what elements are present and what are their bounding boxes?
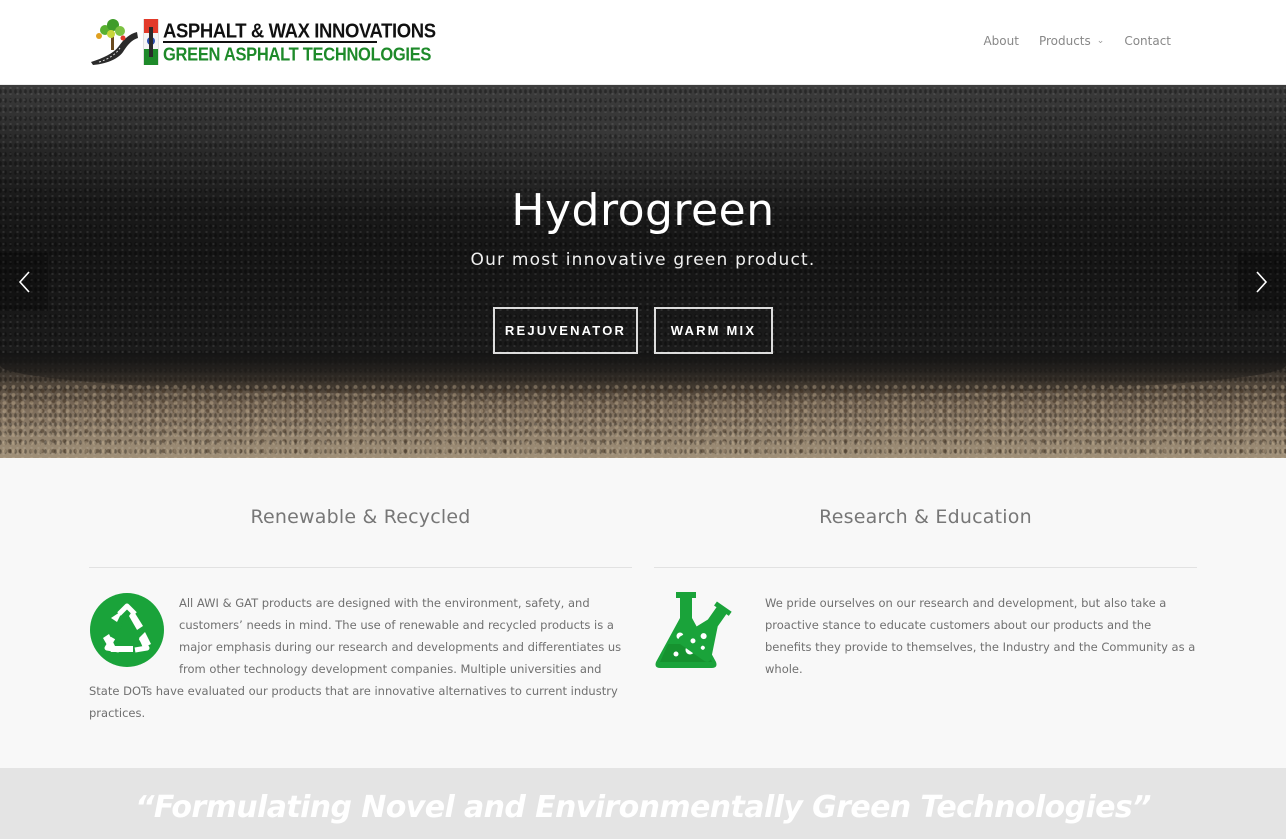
logo-divider (163, 41, 377, 43)
chevron-left-icon (18, 271, 30, 293)
nav-item-label: Contact (1124, 34, 1171, 48)
slider-next-button[interactable] (1238, 253, 1286, 311)
recycle-icon (90, 593, 164, 667)
feature-body: All AWI & GAT products are designed with… (89, 592, 632, 724)
feature-renewable: Renewable & Recycled All AWI & GAT produ… (89, 458, 632, 724)
rejuvenator-button[interactable]: REJUVENATOR (493, 307, 638, 354)
nav-item-products[interactable]: Products ⌄ (1039, 34, 1104, 48)
hero-title: Hydrogreen (511, 185, 775, 236)
feature-title: Renewable & Recycled (89, 458, 632, 568)
quote-band: “Formulating Novel and Environmentally G… (0, 768, 1286, 839)
logo-subtitle: GREEN ASPHALT TECHNOLOGIES (163, 45, 432, 65)
feature-body: We pride ourselves on our research and d… (654, 592, 1197, 680)
site-header: ASPHALT & WAX INNOVATIONS GREEN ASPHALT … (0, 0, 1286, 85)
main-nav: About Products ⌄ Contact (963, 34, 1171, 48)
chevron-right-icon (1256, 271, 1268, 293)
warm-mix-button[interactable]: WARM MIX (654, 307, 773, 354)
nav-item-label: About (983, 34, 1019, 48)
feature-text: All AWI & GAT products are designed with… (89, 596, 622, 720)
tagline-quote: “Formulating Novel and Environmentally G… (135, 790, 1151, 825)
chevron-down-icon: ⌄ (1096, 36, 1105, 46)
hero-subtitle: Our most innovative green product. (470, 250, 816, 270)
flag-tower-logo-icon (143, 19, 159, 65)
feature-text: We pride ourselves on our research and d… (765, 596, 1196, 676)
site-logo[interactable]: ASPHALT & WAX INNOVATIONS GREEN ASPHALT … (89, 18, 436, 66)
feature-title: Research & Education (654, 458, 1197, 568)
nav-item-contact[interactable]: Contact (1124, 34, 1171, 48)
hero-gravel-texture (0, 383, 1286, 458)
road-tree-logo-icon (91, 19, 138, 65)
slider-prev-button[interactable] (0, 253, 48, 311)
feature-research: Research & Education We pride ourselves … (654, 458, 1197, 680)
nav-item-label: Products (1038, 34, 1091, 48)
lab-flask-icon (655, 592, 732, 668)
logo-title: ASPHALT & WAX INNOVATIONS (163, 19, 436, 42)
hero-slider: Hydrogreen Our most innovative green pro… (0, 85, 1286, 458)
nav-item-about[interactable]: About (983, 34, 1018, 48)
